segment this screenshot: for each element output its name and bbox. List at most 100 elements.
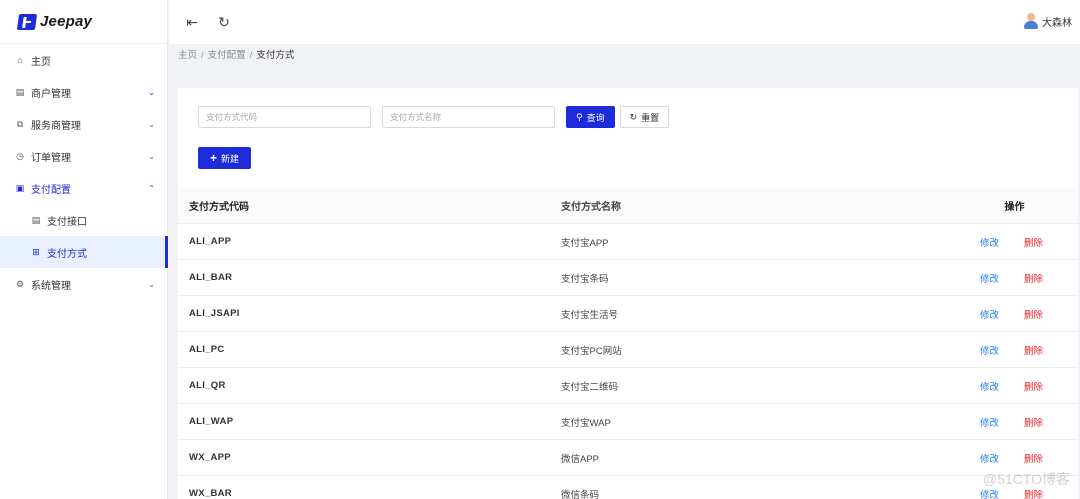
top-header: ⇤ ↻ 大森林: [169, 0, 1080, 44]
table-row: ALI_PC 支付宝PC网站 修改 删除: [178, 332, 1078, 368]
table-header: 支付方式代码 支付方式名称 操作: [178, 188, 1078, 224]
reset-button-label: 重置: [641, 112, 660, 123]
pay-way-table: 支付方式代码 支付方式名称 操作 ALI_APP 支付宝APP 修改 删除 AL…: [178, 188, 1078, 499]
sidebar-item-label: 服务商管理: [31, 120, 81, 132]
app-name: Jeepay: [40, 13, 93, 30]
breadcrumb-home[interactable]: 主页: [178, 50, 197, 61]
cell-name: 支付宝WAP: [561, 417, 611, 429]
menu-fold-icon[interactable]: ⇤: [183, 14, 201, 31]
sidebar-item-pay-config[interactable]: ▣ 支付配置 ⌃: [0, 172, 167, 204]
avatar: [1024, 13, 1038, 29]
new-button-label: 新建: [221, 153, 240, 164]
table-row: ALI_APP 支付宝APP 修改 删除: [178, 224, 1078, 260]
search-bar: ⚲ 查询 ↻ 重置: [198, 106, 670, 128]
file-icon: ▣: [15, 182, 25, 193]
table-row: ALI_WAP 支付宝WAP 修改 删除: [178, 404, 1078, 440]
cell-code: ALI_QR: [189, 380, 226, 391]
sidebar-item-system[interactable]: ⚙ 系统管理 ⌄: [0, 268, 167, 300]
reload-icon[interactable]: ↻: [215, 14, 233, 31]
cell-code: ALI_APP: [189, 236, 232, 247]
cell-ops: 修改 删除: [951, 415, 1078, 429]
sidebar-item-merchant[interactable]: ▤ 商户管理 ⌄: [0, 76, 167, 108]
edit-link[interactable]: 修改: [980, 379, 999, 393]
cell-ops: 修改 删除: [951, 271, 1078, 285]
sidebar-item-label: 支付配置: [31, 184, 71, 196]
reset-icon: ↻: [629, 111, 638, 122]
cell-name: 微信APP: [561, 453, 600, 465]
column-header-code: 支付方式代码: [189, 202, 249, 213]
delete-link[interactable]: 删除: [1024, 235, 1043, 249]
delete-link[interactable]: 删除: [1024, 451, 1043, 465]
search-icon: ⚲: [576, 111, 583, 122]
query-button[interactable]: ⚲ 查询: [566, 106, 615, 128]
table-row: WX_APP 微信APP 修改 删除: [178, 440, 1078, 476]
pay-way-name-input[interactable]: [382, 106, 555, 128]
user-name: 大森林: [1042, 17, 1072, 29]
cell-ops: 修改 删除: [951, 343, 1078, 357]
delete-link[interactable]: 删除: [1024, 307, 1043, 321]
user-menu[interactable]: 大森林: [1024, 13, 1072, 29]
breadcrumb-current: 支付方式: [256, 50, 295, 61]
edit-link[interactable]: 修改: [980, 343, 999, 357]
sidebar-item-home[interactable]: ⌂ 主页: [0, 44, 167, 76]
sidebar-item-label: 商户管理: [31, 88, 71, 100]
clock-icon: ◷: [16, 150, 24, 161]
pay-way-code-input[interactable]: [198, 106, 371, 128]
breadcrumb-separator: /: [249, 50, 253, 61]
delete-link[interactable]: 删除: [1024, 415, 1043, 429]
grid-icon: ⊞: [32, 246, 40, 257]
new-button[interactable]: + 新建: [198, 147, 252, 169]
column-header-name: 支付方式名称: [561, 202, 621, 213]
cell-name: 支付宝二维码: [561, 381, 619, 393]
chevron-down-icon: ⌄: [148, 279, 155, 289]
store-icon: ▤: [15, 86, 25, 97]
gear-icon: ⚙: [15, 278, 25, 289]
cell-ops: 修改 删除: [951, 307, 1078, 321]
cell-name: 支付宝生活号: [561, 309, 619, 321]
edit-link[interactable]: 修改: [980, 451, 999, 465]
delete-link[interactable]: 删除: [1024, 343, 1043, 357]
cell-code: ALI_PC: [189, 344, 225, 355]
sidebar-item-isv[interactable]: ⧉ 服务商管理 ⌄: [0, 108, 167, 140]
breadcrumb-parent[interactable]: 支付配置: [208, 50, 246, 61]
cell-code: ALI_WAP: [189, 416, 234, 427]
cell-ops: 修改 删除: [951, 379, 1078, 393]
cell-name: 微信条码: [561, 489, 600, 499]
cell-code: ALI_JSAPI: [189, 308, 240, 319]
column-header-ops: 操作: [1004, 202, 1025, 213]
app-logo[interactable]: Jeepay: [0, 0, 167, 44]
table-row: ALI_BAR 支付宝条码 修改 删除: [178, 260, 1078, 296]
logo-mark-icon: [16, 13, 38, 30]
table-row: ALI_QR 支付宝二维码 修改 删除: [178, 368, 1078, 404]
content-card: ⚲ 查询 ↻ 重置 + 新建 支付方式代码 支付方式名称 操作 ALI_APP …: [178, 88, 1078, 499]
list-icon: ▤: [31, 214, 41, 225]
chevron-up-icon: ⌃: [148, 183, 155, 193]
cell-name: 支付宝PC网站: [561, 345, 622, 357]
cell-ops: 修改 删除: [951, 235, 1078, 249]
edit-link[interactable]: 修改: [980, 415, 999, 429]
cell-name: 支付宝APP: [561, 237, 609, 249]
sidebar-item-orders[interactable]: ◷ 订单管理 ⌄: [0, 140, 167, 172]
breadcrumb: 主页 / 支付配置 / 支付方式: [178, 47, 294, 61]
chevron-down-icon: ⌄: [148, 151, 155, 161]
sidebar-item-label: 支付接口: [47, 216, 87, 228]
watermark: @51CTO博客: [982, 471, 1070, 487]
home-icon: ⌂: [17, 55, 23, 65]
edit-link[interactable]: 修改: [980, 307, 999, 321]
table-row: WX_BAR 微信条码 修改 删除: [178, 476, 1078, 499]
sidebar-item-pay-way[interactable]: ⊞ 支付方式: [0, 236, 168, 268]
reset-button[interactable]: ↻ 重置: [619, 106, 670, 128]
cell-code: ALI_BAR: [189, 272, 233, 283]
chevron-down-icon: ⌄: [148, 119, 155, 129]
sidebar: Jeepay ⌂ 主页 ▤ 商户管理 ⌄ ⧉ 服务商管理 ⌄ ◷ 订单管理 ⌄ …: [0, 0, 168, 499]
sidebar-item-pay-interface[interactable]: ▤ 支付接口: [0, 204, 167, 236]
edit-link[interactable]: 修改: [980, 235, 999, 249]
cell-code: WX_BAR: [189, 488, 232, 499]
delete-link[interactable]: 删除: [1024, 379, 1043, 393]
sidebar-item-label: 支付方式: [47, 248, 87, 260]
cell-ops: 修改 删除: [951, 451, 1078, 465]
sidebar-item-label: 主页: [31, 56, 51, 68]
edit-link[interactable]: 修改: [980, 271, 999, 285]
cell-name: 支付宝条码: [561, 273, 609, 285]
delete-link[interactable]: 删除: [1024, 271, 1043, 285]
